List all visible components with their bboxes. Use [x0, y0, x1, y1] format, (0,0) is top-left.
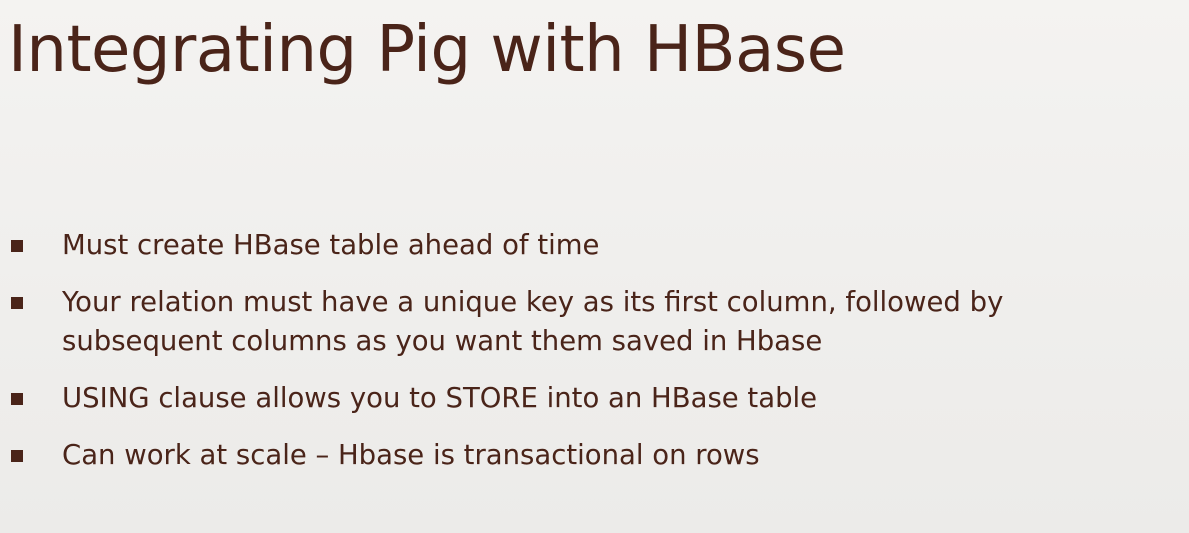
bullet-text: Can work at scale – Hbase is transaction…	[62, 439, 760, 471]
slide-title: Integrating Pig with HBase	[8, 13, 846, 87]
bullet-text-line-2: subsequent columns as you want them save…	[62, 325, 823, 357]
bullet-item: USING clause allows you to STORE into an…	[0, 379, 1189, 418]
square-bullet-icon	[11, 450, 23, 462]
square-bullet-icon	[11, 240, 23, 252]
bullet-item: Can work at scale – Hbase is transaction…	[0, 436, 1189, 475]
square-bullet-icon	[11, 393, 23, 405]
bullet-text: Must create HBase table ahead of time	[62, 229, 600, 261]
bullet-text-line-1: Your relation must have a unique key as …	[62, 286, 1004, 318]
slide: Integrating Pig with HBase Must create H…	[0, 0, 1189, 533]
bullet-list: Must create HBase table ahead of time Yo…	[0, 226, 1189, 493]
bullet-item: Must create HBase table ahead of time	[0, 226, 1189, 265]
bullet-item: Your relation must have a unique key as …	[0, 283, 1189, 361]
bullet-text: USING clause allows you to STORE into an…	[62, 382, 818, 414]
square-bullet-icon	[11, 297, 23, 309]
